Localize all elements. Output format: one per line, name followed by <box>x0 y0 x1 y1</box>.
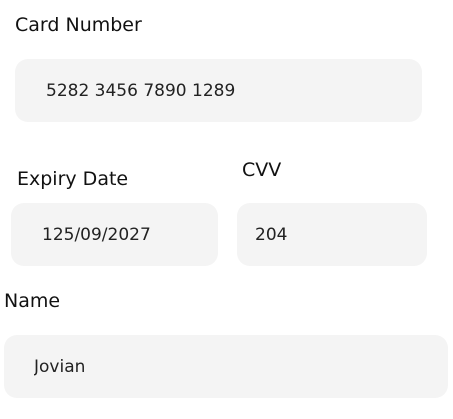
cvv-field[interactable] <box>237 203 427 266</box>
expiry-date-label: Expiry Date <box>17 168 129 190</box>
cvv-label: CVV <box>242 159 282 181</box>
expiry-date-input[interactable] <box>42 203 218 266</box>
card-number-input[interactable] <box>46 59 422 122</box>
card-number-field[interactable] <box>15 59 422 122</box>
expiry-date-field[interactable] <box>11 203 218 266</box>
cvv-input[interactable] <box>255 203 427 266</box>
name-label: Name <box>4 290 61 312</box>
card-number-label: Card Number <box>15 14 142 36</box>
name-input[interactable] <box>34 335 448 398</box>
name-field[interactable] <box>4 335 448 398</box>
